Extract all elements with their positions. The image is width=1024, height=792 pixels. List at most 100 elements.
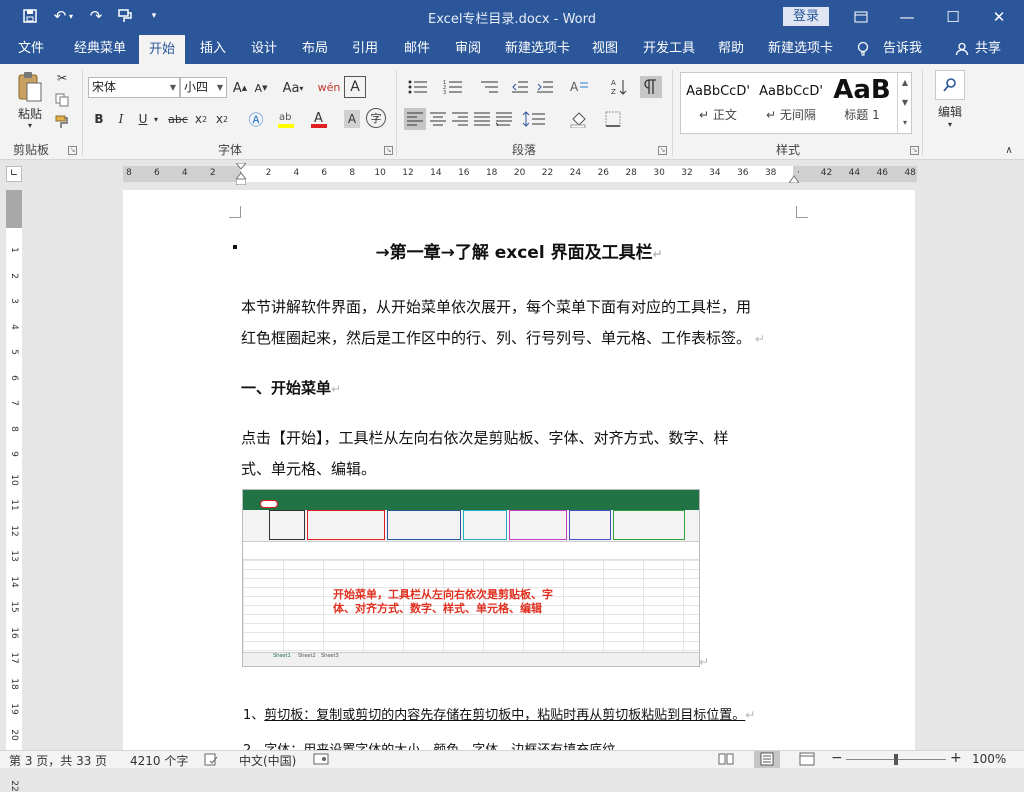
subscript-icon[interactable]: x2 xyxy=(192,110,210,128)
font-launcher-icon[interactable]: ↘ xyxy=(384,146,393,155)
decrease-indent-icon[interactable] xyxy=(510,76,530,98)
character-shading-icon[interactable]: A xyxy=(344,110,360,128)
strikethrough-icon[interactable]: abc xyxy=(167,110,189,128)
close-icon[interactable]: ✕ xyxy=(976,0,1022,33)
justify-icon[interactable] xyxy=(472,108,492,130)
increase-indent-icon[interactable] xyxy=(535,76,555,98)
paragraph-2-line-1[interactable]: 点击【开始】，工具栏从左向右依次是剪贴板、字体、对齐方式、数字、样 xyxy=(241,421,729,455)
paste-dropdown-icon[interactable]: ▾ xyxy=(12,120,48,130)
superscript-icon[interactable]: x2 xyxy=(213,110,231,128)
paste-icon[interactable] xyxy=(12,70,48,104)
tab-help[interactable]: 帮助 xyxy=(718,33,744,64)
ribbon-display-options-icon[interactable] xyxy=(838,0,884,33)
tab-file[interactable]: 文件 xyxy=(18,33,44,64)
tab-developer[interactable]: 开发工具 xyxy=(643,33,695,64)
zoom-out-icon[interactable]: − xyxy=(831,750,843,766)
language-indicator[interactable]: 中文(中国) xyxy=(239,752,296,769)
tell-me-search[interactable]: 告诉我 xyxy=(883,33,922,64)
login-button[interactable]: 登录 xyxy=(783,7,829,26)
tab-view[interactable]: 视图 xyxy=(592,33,618,64)
font-color-icon[interactable]: A xyxy=(309,108,329,130)
highlight-color-icon[interactable]: ab xyxy=(276,108,296,130)
page-count[interactable]: 第 3 页，共 33 页 xyxy=(9,752,107,769)
style-heading-1[interactable]: AaB 标题 1 xyxy=(829,73,895,133)
collapse-ribbon-icon[interactable]: ∧ xyxy=(1002,144,1016,156)
numbering-icon[interactable]: 123 xyxy=(440,76,466,98)
vertical-ruler[interactable]: 12345678910111213141516171819202122 xyxy=(6,190,22,791)
tab-references[interactable]: 引用 xyxy=(352,33,378,64)
zoom-level[interactable]: 100% xyxy=(972,752,1006,766)
tab-selector-icon[interactable]: ∟ xyxy=(6,166,22,182)
style-normal[interactable]: AaBbCcD' ↵ 正文 xyxy=(683,73,753,133)
paragraph-1-line-1[interactable]: 本节讲解软件界面，从开始菜单依次展开，每个菜单下面有对应的工具栏，用 xyxy=(241,290,751,324)
sort-icon[interactable]: AZ xyxy=(609,76,629,98)
share-button[interactable]: 共享 xyxy=(975,33,1001,64)
shading-icon[interactable] xyxy=(566,108,592,130)
embedded-excel-screenshot[interactable]: 开始菜单，工具栏从左向右依次是剪贴板、字 体、对齐方式、数字、样式、单元格、编辑… xyxy=(242,489,700,667)
tab-layout[interactable]: 布局 xyxy=(302,33,328,64)
right-indent-marker-icon[interactable] xyxy=(788,172,800,184)
text-effects-icon[interactable]: Ⓐ xyxy=(246,108,266,130)
tab-review[interactable]: 审阅 xyxy=(455,33,481,64)
underline-icon[interactable]: U xyxy=(135,110,151,128)
lightbulb-icon[interactable] xyxy=(857,33,869,64)
zoom-slider-thumb[interactable] xyxy=(894,754,898,765)
paragraph-launcher-icon[interactable]: ↘ xyxy=(658,146,667,155)
borders-icon[interactable] xyxy=(598,108,628,130)
maximize-icon[interactable]: ☐ xyxy=(930,0,976,33)
tab-insert[interactable]: 插入 xyxy=(200,33,226,64)
person-icon[interactable] xyxy=(955,33,969,64)
underline-dropdown-icon[interactable]: ▾ xyxy=(151,110,161,128)
bold-icon[interactable]: B xyxy=(91,110,107,128)
paste-button-label[interactable]: 粘贴 xyxy=(12,105,48,121)
font-size-select[interactable]: 小四 ▼ xyxy=(180,77,227,98)
editing-button[interactable]: 编辑 xyxy=(930,103,970,119)
list-item-1[interactable]: 1、剪切板：复制或剪切的内容先存储在剪切板中，粘贴时再从剪切板粘贴到目标位置。↵ xyxy=(243,704,755,723)
tab-new-tab-2[interactable]: 新建选项卡 xyxy=(768,33,833,64)
styles-launcher-icon[interactable]: ↘ xyxy=(910,146,919,155)
align-left-icon[interactable] xyxy=(404,108,426,130)
print-layout-icon[interactable] xyxy=(754,751,780,768)
proofing-icon[interactable] xyxy=(204,752,218,769)
tab-home[interactable]: 开始 xyxy=(139,35,186,64)
character-border-icon[interactable]: A xyxy=(344,76,366,98)
align-center-icon[interactable] xyxy=(428,108,448,130)
chinese-layout-icon[interactable]: A xyxy=(568,76,592,98)
web-layout-icon[interactable] xyxy=(799,752,815,769)
align-right-icon[interactable] xyxy=(450,108,470,130)
indent-marker-icon[interactable] xyxy=(234,162,248,186)
show-hide-marks-icon[interactable] xyxy=(640,76,662,98)
distributed-icon[interactable] xyxy=(494,108,514,130)
minimize-icon[interactable]: — xyxy=(884,0,930,33)
tab-new-tab-1[interactable]: 新建选项卡 xyxy=(505,33,570,64)
zoom-in-icon[interactable]: + xyxy=(950,750,962,766)
enclose-characters-icon[interactable]: 字 xyxy=(366,108,386,128)
shrink-font-icon[interactable]: A ▼ xyxy=(252,78,270,98)
styles-scroll[interactable]: ▲ ▼ ▾ xyxy=(897,73,912,133)
style-no-spacing[interactable]: AaBbCcD' ↵ 无间隔 xyxy=(755,73,827,133)
word-count[interactable]: 4210 个字 xyxy=(130,752,188,769)
tab-classic-menu[interactable]: 经典菜单 xyxy=(74,33,126,64)
bullets-icon[interactable] xyxy=(405,76,431,98)
format-painter-icon[interactable] xyxy=(53,113,71,131)
tab-mailings[interactable]: 邮件 xyxy=(404,33,430,64)
change-case-button[interactable]: Aa ▾ xyxy=(280,78,306,98)
section-heading[interactable]: 一、开始菜单↵ xyxy=(241,371,341,406)
paragraph-1-line-2[interactable]: 红色框圈起来，然后是工作区中的行、列、行号列号、单元格、工作表标签。 ↵ xyxy=(241,321,765,356)
chapter-heading[interactable]: →第一章→了解 excel 界面及工具栏↵ xyxy=(123,238,915,263)
horizontal-ruler[interactable]: 8642·2468101214161820222426283032343638·… xyxy=(123,162,917,186)
multilevel-list-icon[interactable] xyxy=(476,76,502,98)
cut-icon[interactable]: ✂ xyxy=(53,69,71,87)
grow-font-icon[interactable]: A ▲ xyxy=(231,78,249,98)
macro-icon[interactable] xyxy=(313,752,329,769)
read-mode-icon[interactable] xyxy=(718,752,734,769)
find-icon[interactable] xyxy=(935,70,965,100)
paragraph-2-line-2[interactable]: 式、单元格、编辑。 xyxy=(241,452,376,486)
phonetic-guide-icon[interactable]: wén xyxy=(318,76,341,98)
tab-design[interactable]: 设计 xyxy=(251,33,277,64)
font-name-select[interactable]: 宋体 ▼ xyxy=(88,77,180,98)
document-page[interactable]: →第一章→了解 excel 界面及工具栏↵ 本节讲解软件界面，从开始菜单依次展开… xyxy=(123,190,915,758)
copy-icon[interactable] xyxy=(53,91,71,109)
italic-icon[interactable]: I xyxy=(113,110,129,128)
editing-dropdown-icon[interactable]: ▾ xyxy=(945,119,955,129)
